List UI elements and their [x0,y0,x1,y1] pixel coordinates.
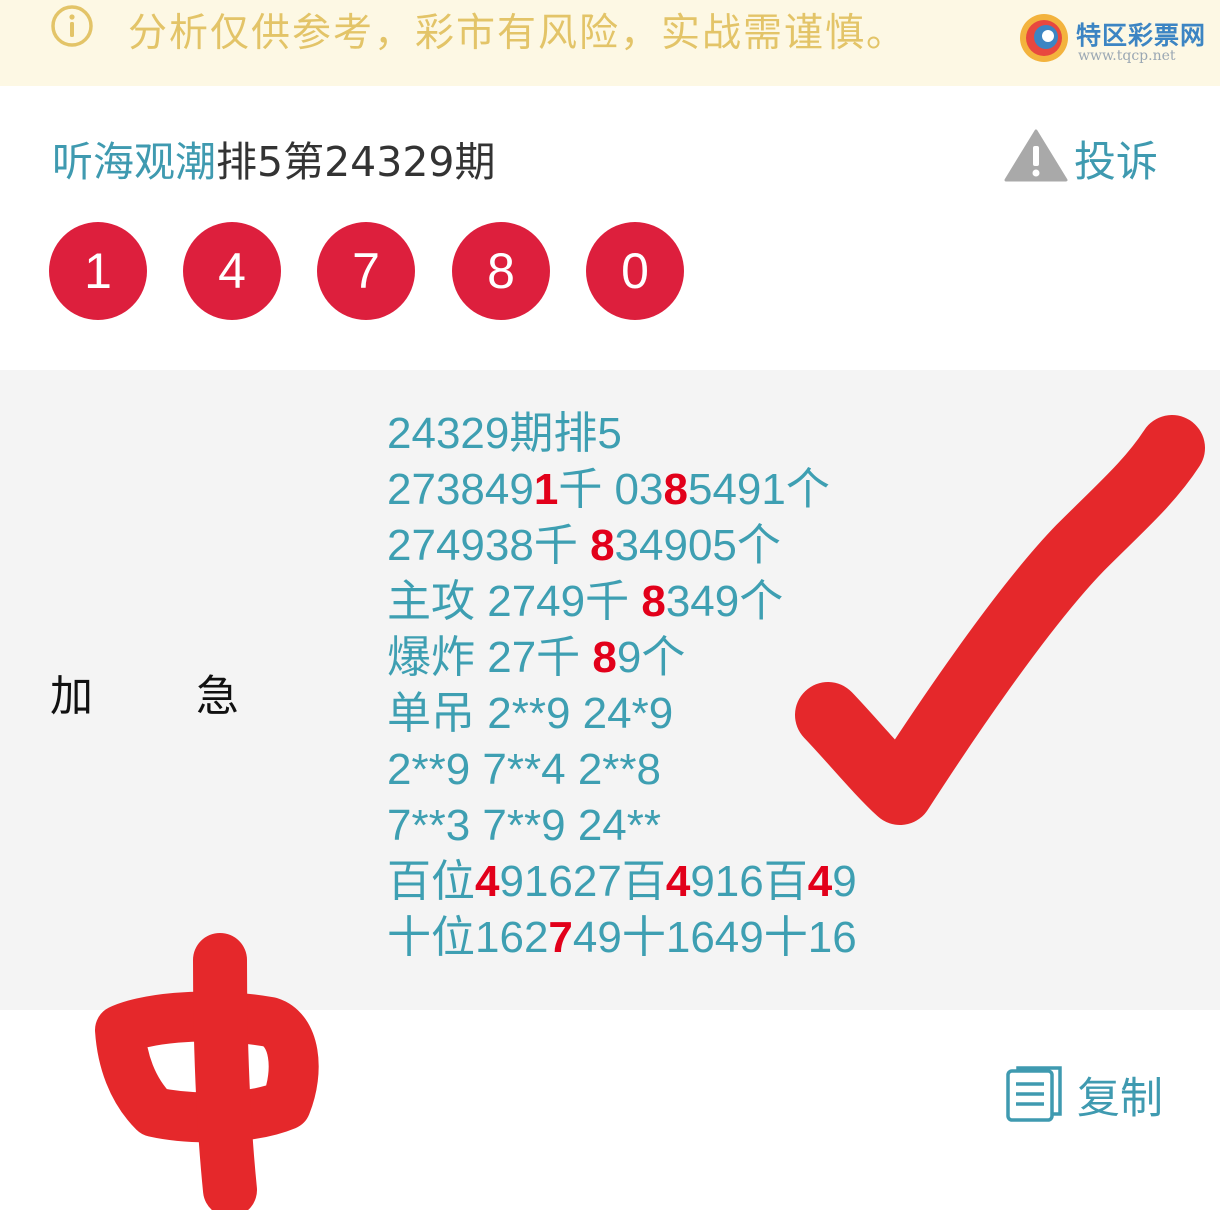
line-text: 273849 [387,465,534,514]
notice-text: 分析仅供参考，彩市有风险，实战需谨慎。 [128,11,908,56]
number-ball: 7 [317,222,415,320]
line-text: 十位162 [387,913,549,962]
author-link[interactable]: 听海观潮 [52,138,216,186]
prediction-line: 单吊 2**9 24*9 [387,686,857,742]
info-icon [51,5,93,47]
highlight-digit: 1 [533,465,559,514]
logo-url: www.tqcp.net [1078,48,1176,64]
number-ball: 1 [49,222,147,320]
highlight-digit: 8 [592,633,617,682]
highlight-digit: 4 [475,857,500,906]
highlight-digit: 8 [590,521,615,570]
highlight-digit: 8 [663,465,688,514]
line-text: 274938千 [387,521,591,570]
line-text: 单吊 2**9 24*9 [387,689,674,738]
site-logo: 特区彩票网 www.tqcp.net [1018,6,1218,66]
highlight-digit: 8 [641,577,666,626]
warning-icon [1004,129,1068,182]
line-text: 爆炸 27千 [387,633,593,682]
prediction-line: 2**9 7**4 2**8 [387,742,857,798]
line-text: 7**3 7**9 24** [387,801,662,850]
post-title: 听海观潮排5第24329期 [52,128,496,188]
line-text: 2**9 7**4 2**8 [387,745,662,794]
line-text: 916百 [690,857,808,906]
line-text: 49十1649十16 [572,913,857,962]
prediction-line: 274938千 834905个 [387,518,857,574]
line-text: 34905个 [614,521,781,570]
highlight-digit: 4 [665,857,691,906]
highlight-digit: 7 [548,913,573,962]
logo-name: 特区彩票网 [1076,21,1207,50]
prediction-line: 2738491千 0385491个 [387,462,857,518]
line-text: 91627百 [499,857,666,906]
line-text: 24329期排5 [387,409,622,458]
number-ball: 8 [452,222,550,320]
prediction-lines: 24329期排5 2738491千 0385491个 274938千 834905个… [387,406,857,966]
hit-mark-drawing [95,933,319,1210]
line-text: 9 [832,857,857,906]
report-label: 投诉 [1074,137,1159,186]
urgent-label-right: 急 [196,672,239,722]
line-text: 349个 [665,577,784,626]
prediction-line: 24329期排5 [387,406,857,462]
prediction-line: 7**3 7**9 24** [387,798,857,854]
prediction-line: 爆炸 27千 89个 [387,630,857,686]
number-ball: 4 [183,222,281,320]
prediction-line: 百位491627百4916百49 [387,854,857,910]
copy-label: 复制 [1077,1074,1163,1124]
prediction-line: 主攻 2749千 8349个 [387,574,857,630]
line-text: 9个 [616,633,686,682]
line-text: 千 03 [558,465,664,514]
urgent-label-left: 加 [50,672,93,722]
copy-icon [1006,1066,1062,1122]
line-text: 百位 [387,857,475,906]
logo-swirl-icon [1020,14,1068,62]
number-ball: 0 [586,222,684,320]
highlight-digit: 4 [807,857,833,906]
prediction-line: 十位162749十1649十16 [387,910,857,966]
issue-title: 排5第24329期 [216,138,496,186]
line-text: 主攻 2749千 [387,577,642,626]
checkmark-drawing [795,415,1205,825]
